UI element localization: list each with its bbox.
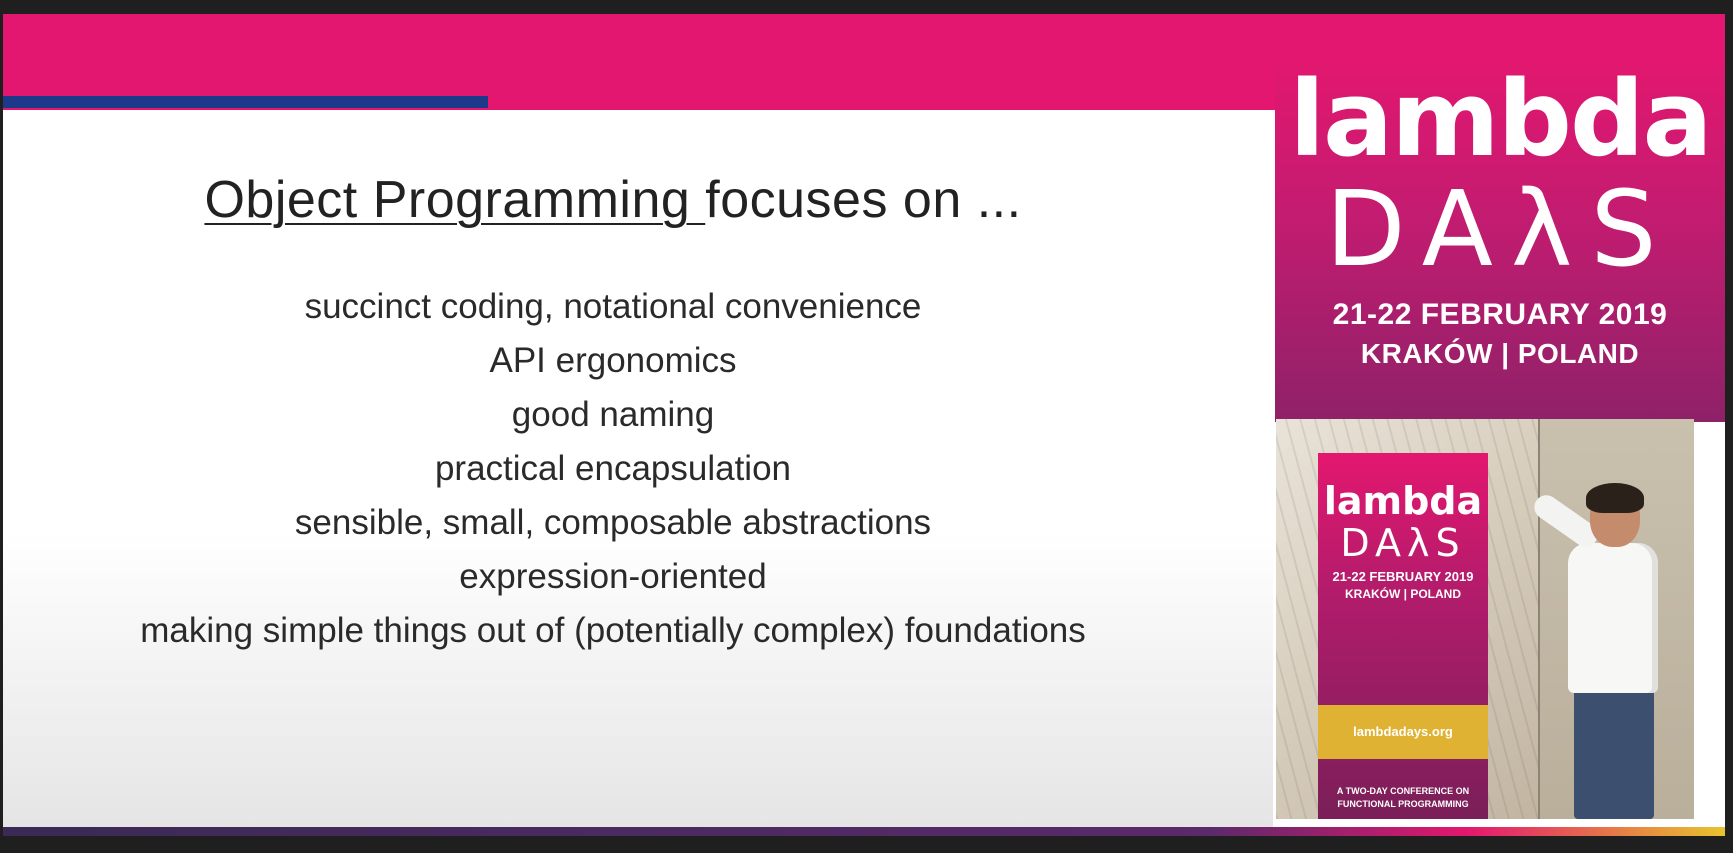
banner-tagline: A TWO-DAY CONFERENCE ON FUNCTIONAL PROGR… bbox=[1336, 786, 1470, 809]
list-item: succinct coding, notational convenience bbox=[304, 287, 922, 326]
list-item: practical encapsulation bbox=[434, 449, 792, 488]
speaker-torso bbox=[1568, 543, 1658, 693]
conference-logo: lambda DAλS 21-22 FEBRUARY 2019 KRAKÓW |… bbox=[1275, 56, 1725, 422]
list-item: sensible, small, composable abstractions bbox=[294, 503, 932, 542]
header-accent-bar bbox=[3, 96, 488, 108]
logo-dates: 21-22 FEBRUARY 2019 bbox=[1332, 298, 1668, 331]
banner-days: DAλS bbox=[1340, 521, 1466, 565]
banner-place: KRAKÓW | POLAND bbox=[1344, 587, 1461, 601]
logo-place: KRAKÓW | POLAND bbox=[1360, 338, 1640, 369]
banner-dates: 21-22 FEBRUARY 2019 bbox=[1332, 569, 1474, 584]
speaker-figure bbox=[1516, 479, 1676, 819]
roll-up-banner: lambda DAλS 21-22 FEBRUARY 2019 KRAKÓW |… bbox=[1318, 453, 1488, 819]
list-item: expression-oriented bbox=[459, 557, 767, 596]
slide-title: Object Programming focuses on ... bbox=[3, 170, 1223, 230]
list-item: API ergonomics bbox=[489, 341, 737, 380]
banner-word: lambda bbox=[1323, 479, 1483, 523]
slide-title-underlined: Object Programming bbox=[204, 171, 706, 229]
speaker-video-inset: lambda DAλS 21-22 FEBRUARY 2019 KRAKÓW |… bbox=[1276, 419, 1694, 819]
list-item: making simple things out of (potentially… bbox=[140, 611, 1086, 650]
speaker-hair bbox=[1586, 483, 1644, 513]
video-frame[interactable]: Object Programming focuses on ... succin… bbox=[3, 14, 1725, 836]
banner-url: lambdadays.org bbox=[1318, 705, 1488, 759]
slide-content: Object Programming focuses on ... succin… bbox=[3, 110, 1273, 836]
logo-word: lambda bbox=[1289, 58, 1712, 180]
logo-days: DAλS bbox=[1325, 168, 1675, 290]
list-item: good naming bbox=[511, 395, 715, 434]
bullet-list: succinct coding, notational convenience … bbox=[3, 280, 1223, 658]
speaker-legs bbox=[1574, 689, 1654, 819]
slide-title-rest: focuses on ... bbox=[705, 171, 1022, 229]
slide-footer-stripe bbox=[3, 827, 1725, 836]
